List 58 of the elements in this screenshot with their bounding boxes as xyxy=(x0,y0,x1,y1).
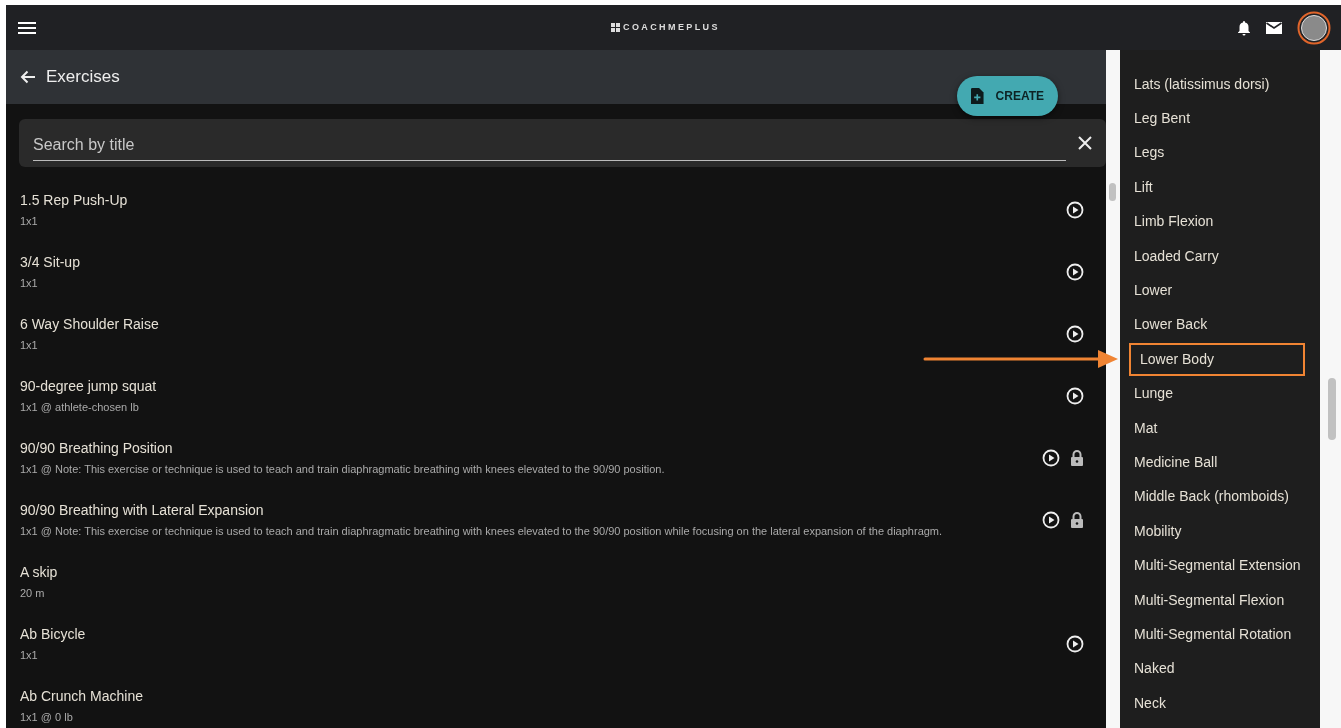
exercise-title[interactable]: A skip xyxy=(20,563,1034,581)
menu-item[interactable]: Lower xyxy=(1120,273,1320,308)
exercise-detail: 1x1 @ Note: This exercise or technique is used to teach and train diaphragmatic breathing with knees elevated to the 90/90 position while focusing on the lateral expansion of the diaphragm. xyxy=(20,524,944,539)
exercise-detail: 1x1 xyxy=(20,648,39,663)
menu-item[interactable]: Multi-Segmental Flexion xyxy=(1120,582,1320,618)
scrollbar[interactable] xyxy=(1106,50,1120,728)
play-icon[interactable] xyxy=(1066,325,1084,343)
menu-icon[interactable] xyxy=(18,20,36,35)
exercise-title[interactable]: 1.5 Rep Push-Up xyxy=(20,191,1034,209)
menu-item[interactable]: Mat xyxy=(1120,410,1320,446)
exercise-title[interactable]: 3/4 Sit-up xyxy=(20,253,1034,271)
page-title: Exercises xyxy=(46,66,120,89)
mail-icon[interactable] xyxy=(1265,20,1283,35)
menu-item[interactable]: Lower Back xyxy=(1120,307,1320,343)
menu-item[interactable]: Middle Back (rhomboids) xyxy=(1120,479,1320,515)
play-icon[interactable] xyxy=(1066,201,1084,219)
create-button[interactable]: CREATE xyxy=(957,76,1058,116)
menu-item[interactable]: Mobility xyxy=(1120,514,1320,549)
file-plus-icon xyxy=(971,87,984,105)
exercise-detail: 1x1 @ 0 lb xyxy=(20,710,74,725)
exercise-title[interactable]: 90/90 Breathing Position xyxy=(20,439,1034,457)
play-icon[interactable] xyxy=(1066,263,1084,281)
exercise-detail: 1x1 xyxy=(20,214,39,229)
scrollbar[interactable] xyxy=(1320,50,1341,728)
back-arrow-icon[interactable] xyxy=(20,70,36,84)
menu-item[interactable]: Medicine Ball xyxy=(1120,445,1320,480)
menu-item[interactable]: Lift xyxy=(1120,170,1320,205)
play-icon[interactable] xyxy=(1066,387,1084,405)
close-icon[interactable] xyxy=(1078,136,1092,150)
menu-item[interactable]: Leg Bent xyxy=(1120,101,1320,136)
exercise-detail: 1x1 xyxy=(20,276,39,291)
exercise-title[interactable]: Ab Bicycle xyxy=(20,625,1034,643)
exercise-detail: 1x1 xyxy=(20,338,39,353)
menu-item[interactable]: Multi-Segmental Extension xyxy=(1120,548,1320,583)
exercise-title[interactable]: 90-degree jump squat xyxy=(20,377,1034,395)
menu-item[interactable]: Limb Flexion xyxy=(1120,204,1320,239)
menu-item[interactable]: Lunge xyxy=(1120,376,1320,411)
search-field[interactable]: Search by title xyxy=(19,119,1106,167)
avatar[interactable] xyxy=(1297,10,1331,45)
exercise-title[interactable]: Ab Crunch Machine xyxy=(20,687,1034,705)
menu-item[interactable]: Lower Body xyxy=(1128,342,1306,377)
exercise-title[interactable]: 90/90 Breathing with Lateral Expansion xyxy=(20,501,1034,519)
exercise-detail: 20 m xyxy=(20,586,46,601)
exercise-detail: 1x1 @ athlete-chosen lb xyxy=(20,400,140,415)
exercise-title[interactable]: 6 Way Shoulder Raise xyxy=(20,315,1034,333)
play-icon[interactable] xyxy=(1066,635,1084,653)
menu-item[interactable]: Lats (latissimus dorsi) xyxy=(1120,67,1320,102)
menu-item[interactable]: Multi-Segmental Rotation xyxy=(1120,617,1320,652)
menu-item[interactable]: Loaded Carry xyxy=(1120,238,1320,274)
logo-icon xyxy=(611,22,621,33)
menu-item[interactable]: Naked xyxy=(1120,651,1320,687)
logo-text: COACHMEPLUS xyxy=(623,21,720,34)
exercise-detail: 1x1 @ Note: This exercise or technique is used to teach and train diaphragmatic breathing with knees elevated to the 90/90 position. xyxy=(20,462,666,477)
menu-item[interactable]: Legs xyxy=(1120,135,1320,171)
play-icon[interactable] xyxy=(1042,511,1060,529)
play-icon[interactable] xyxy=(1042,449,1060,467)
menu-item[interactable]: Neck xyxy=(1120,686,1320,721)
bell-icon[interactable] xyxy=(1237,19,1251,36)
